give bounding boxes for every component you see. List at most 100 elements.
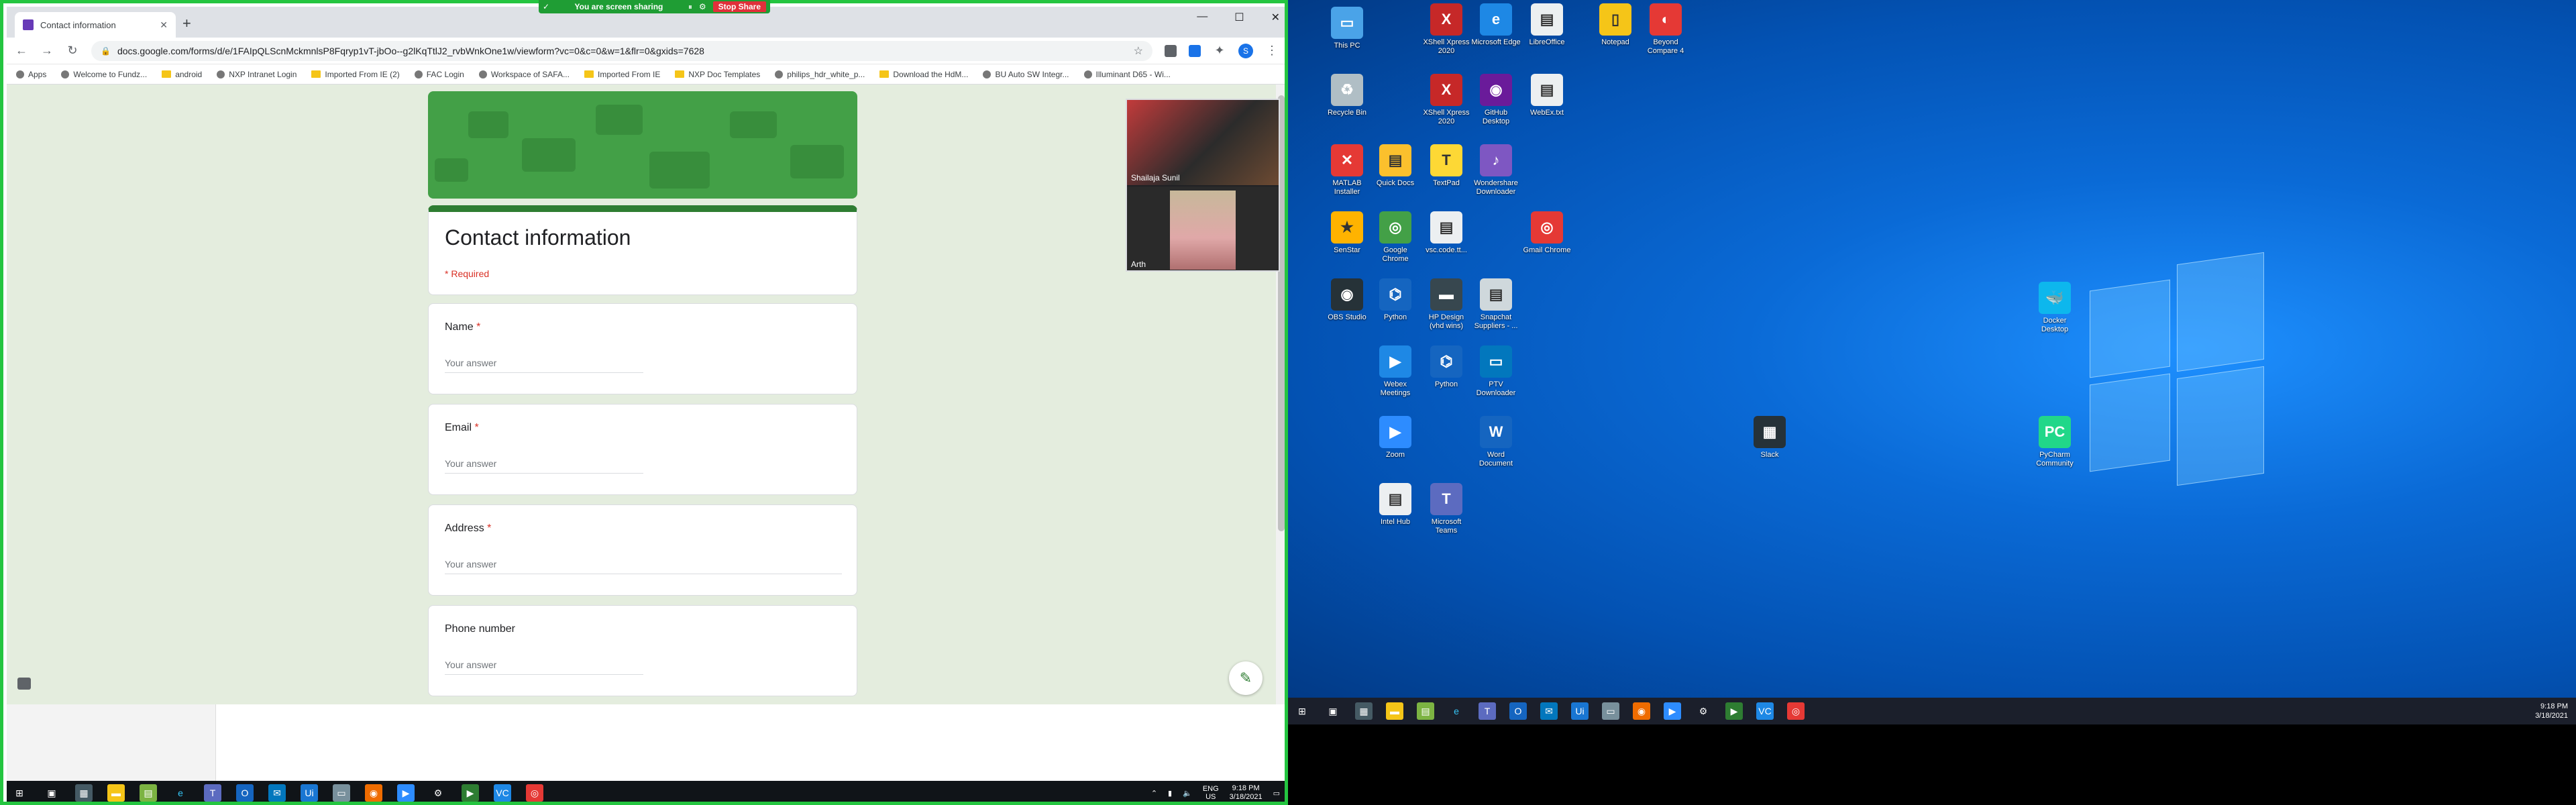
desktop-icon[interactable]: ▤ LibreOffice (1521, 3, 1572, 47)
edge-icon[interactable]: e (1448, 702, 1465, 720)
windows-start-icon[interactable]: ⊞ (11, 784, 28, 802)
video-tile[interactable]: Arth (1127, 186, 1279, 270)
desktop-icon[interactable]: 🐳 Docker Desktop (2029, 282, 2080, 334)
close-tab-icon[interactable]: ✕ (160, 19, 168, 31)
file-explorer-icon[interactable]: ▬ (107, 784, 125, 802)
terminal-icon[interactable]: ▶ (1725, 702, 1743, 720)
url-text[interactable]: docs.google.com/forms/d/e/1FAIpQLScnMckm… (117, 46, 1127, 56)
desktop-icon[interactable]: X XShell Xpress 2020 (1421, 3, 1472, 56)
windows-start-icon[interactable]: ⊞ (1293, 702, 1311, 720)
desktop-icon[interactable]: ⌬ Python (1421, 345, 1472, 389)
desktop-icon[interactable]: ▦ Slack (1744, 416, 1795, 460)
desktop-icon[interactable]: ◉ GitHub Desktop (1470, 74, 1521, 126)
settings-gear-icon[interactable]: ⚙ (1695, 702, 1712, 720)
vscode-icon[interactable]: VC (1756, 702, 1774, 720)
name-field[interactable]: Your answer (445, 358, 643, 373)
calendar-app-icon[interactable]: ▦ (1355, 702, 1373, 720)
vscode-icon[interactable]: VC (494, 784, 511, 802)
mail-icon[interactable]: ✉ (1540, 702, 1558, 720)
edit-pencil-icon[interactable]: ✎ (1229, 661, 1263, 695)
sticky-notes-icon[interactable]: ▤ (140, 784, 157, 802)
stop-share-button[interactable]: Stop Share (712, 1, 766, 12)
zoom-icon[interactable]: ▶ (1664, 702, 1681, 720)
reload-icon[interactable]: ↻ (66, 44, 79, 58)
network-icon[interactable]: ▭ (1602, 702, 1619, 720)
edge-icon[interactable]: e (172, 784, 189, 802)
desktop-icon[interactable]: ▭ PTV Downloader (1470, 345, 1521, 398)
zoom-icon[interactable]: ▶ (397, 784, 415, 802)
bookmark-item[interactable]: Imported From IE (2) (311, 70, 400, 79)
network-tray-icon[interactable]: ▮ (1168, 789, 1172, 798)
notifications-icon[interactable]: ▭ (1273, 789, 1280, 798)
extension-icon[interactable] (1189, 44, 1201, 57)
bookmark-star-icon[interactable]: ☆ (1134, 44, 1143, 58)
email-field[interactable]: Your answer (445, 458, 643, 474)
forward-icon[interactable]: → (40, 44, 54, 58)
bookmark-item[interactable]: Imported From IE (584, 70, 660, 79)
lock-icon[interactable]: 🔒 (101, 46, 111, 56)
desktop-icon[interactable]: ▬ HP Design (vhd wins) (1421, 278, 1472, 331)
bookmark-item[interactable]: Apps (16, 70, 46, 79)
firefox-icon[interactable]: ◉ (1633, 702, 1650, 720)
desktop-icon[interactable]: ★ SenStar (1322, 211, 1373, 255)
language-indicator[interactable]: ENG US (1203, 785, 1219, 801)
bookmark-item[interactable]: BU Auto SW Integr... (983, 70, 1069, 79)
chevron-up-icon[interactable]: ⌃ (1151, 789, 1157, 798)
feedback-icon[interactable] (17, 678, 31, 690)
chrome-icon[interactable]: ◎ (526, 784, 543, 802)
desktop-icon[interactable]: ▶ Zoom (1370, 416, 1421, 460)
outlook-icon[interactable]: O (236, 784, 254, 802)
task-view-icon[interactable]: ▣ (1324, 702, 1342, 720)
phone-field[interactable]: Your answer (445, 659, 643, 675)
uipath-icon[interactable]: Ui (1571, 702, 1589, 720)
desktop-icon[interactable]: ⌬ Python (1370, 278, 1421, 322)
desktop-icon[interactable]: ◎ Google Chrome (1370, 211, 1421, 264)
calendar-app-icon[interactable]: ▦ (75, 784, 93, 802)
desktop-icon[interactable]: PC PyCharm Community (2029, 416, 2080, 468)
mail-icon[interactable]: ✉ (268, 784, 286, 802)
desktop-icon[interactable]: T TextPad (1421, 144, 1472, 188)
teams-icon[interactable]: T (204, 784, 221, 802)
desktop-icon[interactable]: ◎ Gmail Chrome (1521, 211, 1572, 255)
bookmark-item[interactable]: Download the HdM... (879, 70, 968, 79)
video-call-panel[interactable]: Shailaja Sunil Arth (1126, 99, 1280, 272)
teams-icon[interactable]: T (1479, 702, 1496, 720)
maximize-icon[interactable]: ☐ (1234, 11, 1244, 24)
outlook-icon[interactable]: O (1509, 702, 1527, 720)
desktop-icon[interactable]: e Microsoft Edge (1470, 3, 1521, 47)
taskbar-clock[interactable]: 9:18 PM 3/18/2021 (1230, 784, 1263, 802)
bookmark-item[interactable]: philips_hdr_white_p... (775, 70, 865, 79)
bookmark-item[interactable]: Workspace of SAFA... (478, 70, 570, 79)
back-icon[interactable]: ← (15, 44, 28, 58)
desktop-icon[interactable]: ▭ This PC (1322, 7, 1373, 50)
bookmark-item[interactable]: Welcome to Fundz... (61, 70, 147, 79)
share-settings-icon[interactable]: ⚙ (699, 2, 706, 11)
address-bar[interactable]: 🔒 docs.google.com/forms/d/e/1FAIpQLScnMc… (91, 40, 1152, 61)
bookmark-item[interactable]: NXP Doc Templates (675, 70, 760, 79)
sticky-notes-icon[interactable]: ▤ (1417, 702, 1434, 720)
desktop-icon[interactable]: ♪ Wondershare Downloader (1470, 144, 1521, 197)
pause-share-icon[interactable]: ⏸ (688, 2, 692, 12)
bookmark-item[interactable]: NXP Intranet Login (217, 70, 297, 79)
task-view-icon[interactable]: ▣ (43, 784, 60, 802)
profile-avatar[interactable]: S (1238, 43, 1253, 58)
network-icon[interactable]: ▭ (333, 784, 350, 802)
extension-icon[interactable] (1165, 44, 1177, 57)
volume-icon[interactable]: 🔈 (1183, 789, 1192, 798)
desktop-icon[interactable]: ▤ WebEx.txt (1521, 74, 1572, 117)
desktop-icon[interactable]: ✕ MATLAB Installer (1322, 144, 1373, 197)
taskbar-clock[interactable]: 9:18 PM 3/18/2021 (2535, 698, 2568, 724)
firefox-icon[interactable]: ◉ (365, 784, 382, 802)
desktop-icon[interactable]: ◉ OBS Studio (1322, 278, 1373, 322)
menu-kebab-icon[interactable]: ⋮ (1265, 44, 1279, 58)
terminal-icon[interactable]: ▶ (462, 784, 479, 802)
bookmark-item[interactable]: android (162, 70, 202, 79)
desktop-icon[interactable]: ▶ Webex Meetings (1370, 345, 1421, 398)
bookmark-item[interactable]: FAC Login (414, 70, 464, 79)
settings-gear-icon[interactable]: ⚙ (429, 784, 447, 802)
desktop-icon[interactable]: ▯ Notepad (1590, 3, 1641, 47)
desktop-icon[interactable]: X XShell Xpress 2020 (1421, 74, 1472, 126)
uipath-icon[interactable]: Ui (301, 784, 318, 802)
desktop-icon[interactable]: ▤ Snapchat Suppliers - ... (1470, 278, 1521, 331)
desktop-icon[interactable]: ▤ vsc.code.tt... (1421, 211, 1472, 255)
